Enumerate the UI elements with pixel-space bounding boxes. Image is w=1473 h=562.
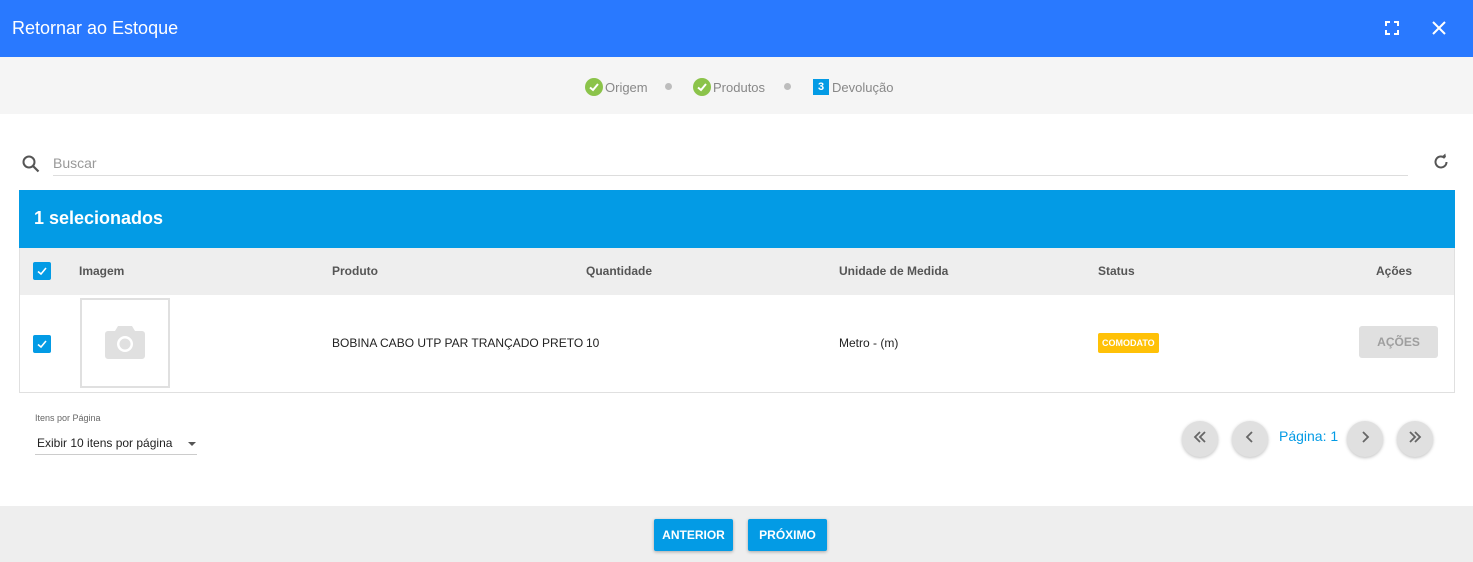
first-page-button[interactable]: [1182, 421, 1218, 457]
double-chevron-left-icon: [1193, 430, 1207, 448]
acoes-button[interactable]: AÇÕES: [1359, 326, 1438, 358]
column-imagem: Imagem: [79, 264, 125, 278]
cell-unidade: Metro - (m): [839, 336, 899, 350]
items-per-page-select[interactable]: Exibir 10 itens por página: [35, 431, 197, 455]
product-image-placeholder: [80, 298, 170, 388]
column-produto: Produto: [332, 264, 378, 278]
dialog-footer: ANTERIOR PRÓXIMO: [0, 506, 1473, 562]
items-per-page-value: Exibir 10 itens por página: [37, 435, 173, 450]
table-header: Imagem Produto Quantidade Unidade de Med…: [19, 248, 1455, 295]
step-separator: [784, 83, 791, 90]
step-number: 3: [813, 79, 829, 95]
next-page-button[interactable]: [1347, 421, 1383, 457]
step-label: Origem: [605, 79, 648, 95]
close-icon[interactable]: [1427, 16, 1451, 40]
row-checkbox[interactable]: [33, 335, 51, 353]
chevron-left-icon: [1245, 430, 1255, 448]
column-acoes: Ações: [1376, 264, 1413, 278]
dialog-title: Retornar ao Estoque: [12, 18, 179, 38]
proximo-button[interactable]: PRÓXIMO: [748, 519, 827, 551]
items-per-page-label: Itens por Página: [35, 413, 101, 423]
column-unidade: Unidade de Medida: [839, 264, 949, 278]
search-icon: [22, 155, 40, 178]
status-badge: COMODATO: [1098, 333, 1159, 353]
step-label: Devolução: [832, 79, 894, 95]
column-quantidade: Quantidade: [586, 264, 653, 278]
stepper: Origem Produtos 3 Devolução: [0, 57, 1473, 114]
prev-page-button[interactable]: [1232, 421, 1268, 457]
selection-count: 1 selecionados: [34, 208, 164, 228]
check-circle-icon: [693, 78, 711, 96]
dropdown-arrow-icon: [187, 436, 197, 450]
cell-produto: BOBINA CABO UTP PAR TRANÇADO PRETO: [332, 336, 584, 350]
camera-icon: [105, 323, 145, 364]
double-chevron-right-icon: [1408, 430, 1422, 448]
step-separator: [665, 83, 672, 90]
cell-quantidade: 10: [586, 336, 600, 350]
last-page-button[interactable]: [1397, 421, 1433, 457]
search-bar: [20, 150, 1450, 180]
step-devolucao: 3 Devolução: [813, 77, 893, 97]
page-indicator: Página: 1: [1279, 428, 1339, 444]
table-row: BOBINA CABO UTP PAR TRANÇADO PRETO 10 Me…: [19, 295, 1455, 393]
check-circle-icon: [585, 78, 603, 96]
step-origem: Origem: [585, 77, 648, 97]
step-produtos: Produtos: [693, 77, 765, 97]
fullscreen-icon[interactable]: [1380, 16, 1404, 40]
refresh-icon[interactable]: [1432, 153, 1450, 176]
chevron-right-icon: [1360, 430, 1370, 448]
step-label: Produtos: [713, 79, 766, 95]
column-status: Status: [1098, 264, 1135, 278]
items-per-page: Itens por Página Exibir 10 itens por pág…: [35, 413, 197, 455]
selection-bar: 1 selecionados: [19, 190, 1455, 248]
anterior-button[interactable]: ANTERIOR: [654, 519, 733, 551]
select-all-checkbox[interactable]: [33, 262, 51, 280]
search-input[interactable]: [53, 150, 1408, 176]
dialog-header: Retornar ao Estoque: [0, 0, 1473, 57]
